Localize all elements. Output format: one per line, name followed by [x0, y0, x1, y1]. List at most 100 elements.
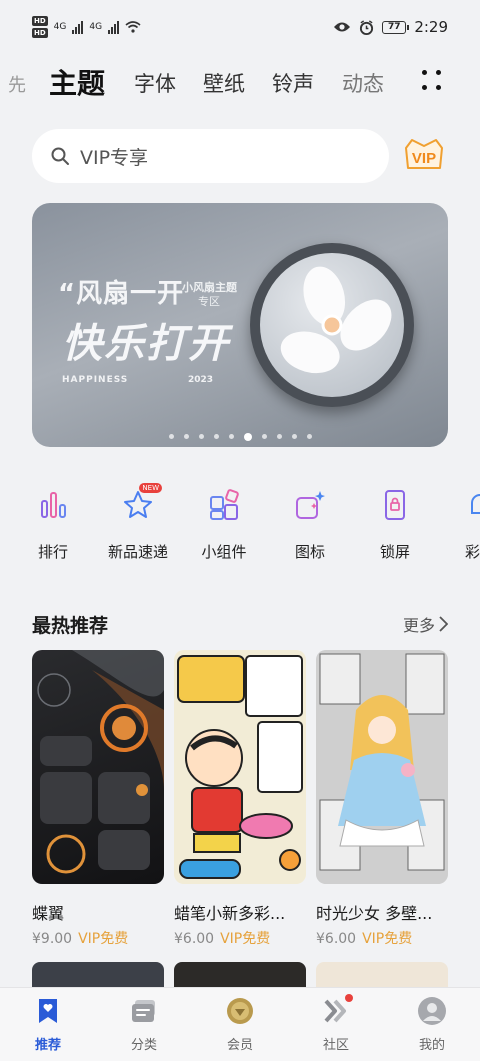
bell-icon [471, 494, 480, 514]
theme-price: ¥6.00 [316, 931, 357, 947]
nav-category[interactable]: 分类 [112, 996, 176, 1053]
category-cards-icon [132, 1000, 155, 1022]
pagination-dot[interactable] [228, 434, 234, 439]
theme-card[interactable]: 蜡笔小新多彩... ¥6.00 VIP免费 [174, 650, 306, 948]
theme-thumbnail [174, 650, 306, 884]
theme-preview-image [174, 650, 306, 884]
search-icon [51, 147, 69, 165]
category-label: 新品速递 [107, 543, 168, 561]
hd-indicator: HD HD [32, 16, 48, 38]
hd-label-2: HD [32, 28, 48, 38]
nav-label: 我的 [418, 1038, 445, 1053]
pagination-dot[interactable] [168, 434, 174, 439]
theme-name: 时光少女 多壁... [316, 904, 433, 923]
vip-medal-icon [227, 998, 253, 1024]
eye-icon [334, 22, 351, 32]
section-title: 最热推荐 [32, 615, 109, 637]
status-left: HD HD 4G 4G [32, 16, 141, 38]
quick-categories: 排行 NEW 新品速递 小组件 图标 锁屏 彩 [0, 483, 480, 567]
category-ranking[interactable]: 排行 [13, 487, 93, 562]
nav-recommend[interactable]: 推荐 [16, 996, 80, 1053]
vip-badge-text: VIP [412, 150, 436, 167]
vip-free-label: VIP免费 [362, 931, 413, 947]
vip-button[interactable]: VIP [400, 136, 448, 176]
alarm-icon [360, 19, 374, 35]
nav-profile[interactable]: 我的 [400, 996, 464, 1053]
signal-icon [108, 20, 120, 34]
category-tabs: 先 主题 字体 壁纸 铃声 动态 [0, 56, 480, 106]
status-bar: HD HD 4G 4G 77 2:29 [0, 0, 480, 56]
theme-card[interactable]: 蝶翼 ¥9.00 VIP免费 [32, 650, 164, 948]
more-label: 更多 [402, 616, 435, 635]
hd-label-1: HD [32, 16, 48, 26]
pagination-dot[interactable] [243, 433, 252, 441]
theme-preview-image [37, 650, 164, 874]
theme-thumbnail [316, 650, 448, 884]
icons-icon [296, 491, 325, 519]
banner-english: HAPPINESS [62, 375, 129, 385]
theme-price: ¥6.00 [174, 931, 215, 947]
theme-card[interactable]: 时光少女 多壁... ¥6.00 VIP免费 [316, 650, 448, 948]
avatar-icon [418, 997, 446, 1025]
signal-icon [72, 20, 84, 34]
category-label: 排行 [37, 543, 68, 561]
nav-label: 推荐 [34, 1038, 61, 1053]
theme-price-row: ¥6.00 VIP免费 [316, 928, 448, 948]
nav-community[interactable]: 社区 [304, 994, 368, 1053]
tab-theme[interactable]: 主题 [49, 62, 105, 102]
network-label-1: 4G [53, 22, 67, 32]
tab-preferred[interactable]: 先 [8, 71, 26, 97]
bottom-navigation: 推荐 分类 会员 社区 我的 [0, 987, 480, 1061]
pagination-dot[interactable] [306, 434, 312, 439]
notification-dot [345, 994, 353, 1002]
category-new-arrivals[interactable]: NEW 新品速递 [98, 483, 178, 562]
vip-free-label: VIP免费 [220, 931, 271, 947]
category-ringtones[interactable]: 彩 [440, 487, 480, 562]
pagination-dot[interactable] [198, 434, 204, 439]
fan-illustration [250, 243, 414, 407]
vip-crown-icon: VIP [405, 139, 443, 169]
pagination-dot[interactable] [291, 434, 297, 439]
search-placeholder: VIP专享 [80, 146, 149, 169]
new-badge: NEW [139, 483, 162, 493]
nav-label: 分类 [130, 1038, 157, 1053]
more-menu-icon[interactable] [422, 70, 444, 92]
lockscreen-icon [385, 490, 405, 520]
search-bar[interactable]: VIP专享 [32, 129, 389, 183]
tab-live[interactable]: 动态 [342, 68, 384, 98]
pagination-dot[interactable] [261, 434, 267, 439]
theme-price: ¥9.00 [32, 931, 73, 947]
category-widgets[interactable]: 小组件 [184, 487, 264, 562]
vip-free-label: VIP免费 [78, 931, 129, 947]
promo-banner[interactable]: “风扇一开 小风扇主题 专区 快乐打开 HAPPINESS 2023 [32, 203, 448, 447]
category-lockscreen[interactable]: 锁屏 [355, 487, 435, 562]
theme-thumbnail [32, 650, 164, 884]
banner-year: 2023 [188, 375, 214, 385]
more-link[interactable]: 更多 [403, 612, 448, 636]
theme-name: 蜡笔小新多彩... [174, 904, 286, 923]
pagination-dot[interactable] [276, 434, 282, 439]
theme-name: 蝶翼 [32, 904, 65, 923]
clock: 2:29 [414, 18, 448, 36]
tab-ringtone[interactable]: 铃声 [272, 68, 314, 98]
theme-preview-image [316, 650, 448, 884]
category-icons[interactable]: 图标 [270, 487, 350, 562]
fan-blades-icon [280, 266, 392, 374]
pagination-dot[interactable] [213, 434, 219, 439]
nav-membership[interactable]: 会员 [208, 996, 272, 1053]
battery-icon: 77 [382, 20, 410, 34]
tab-font[interactable]: 字体 [134, 68, 176, 98]
wifi-icon [125, 21, 141, 33]
nav-label: 社区 [322, 1038, 349, 1053]
banner-pagination [32, 433, 448, 441]
category-label: 图标 [294, 543, 325, 561]
widget-icon [210, 489, 239, 520]
bookmark-heart-icon [39, 999, 57, 1023]
pagination-dot[interactable] [183, 434, 189, 439]
chevron-right-icon [439, 616, 448, 632]
theme-price-row: ¥9.00 VIP免费 [32, 928, 164, 948]
nav-label: 会员 [226, 1038, 253, 1053]
category-label: 小组件 [201, 543, 247, 561]
theme-price-row: ¥6.00 VIP免费 [174, 928, 306, 948]
tab-wallpaper[interactable]: 壁纸 [203, 68, 245, 98]
